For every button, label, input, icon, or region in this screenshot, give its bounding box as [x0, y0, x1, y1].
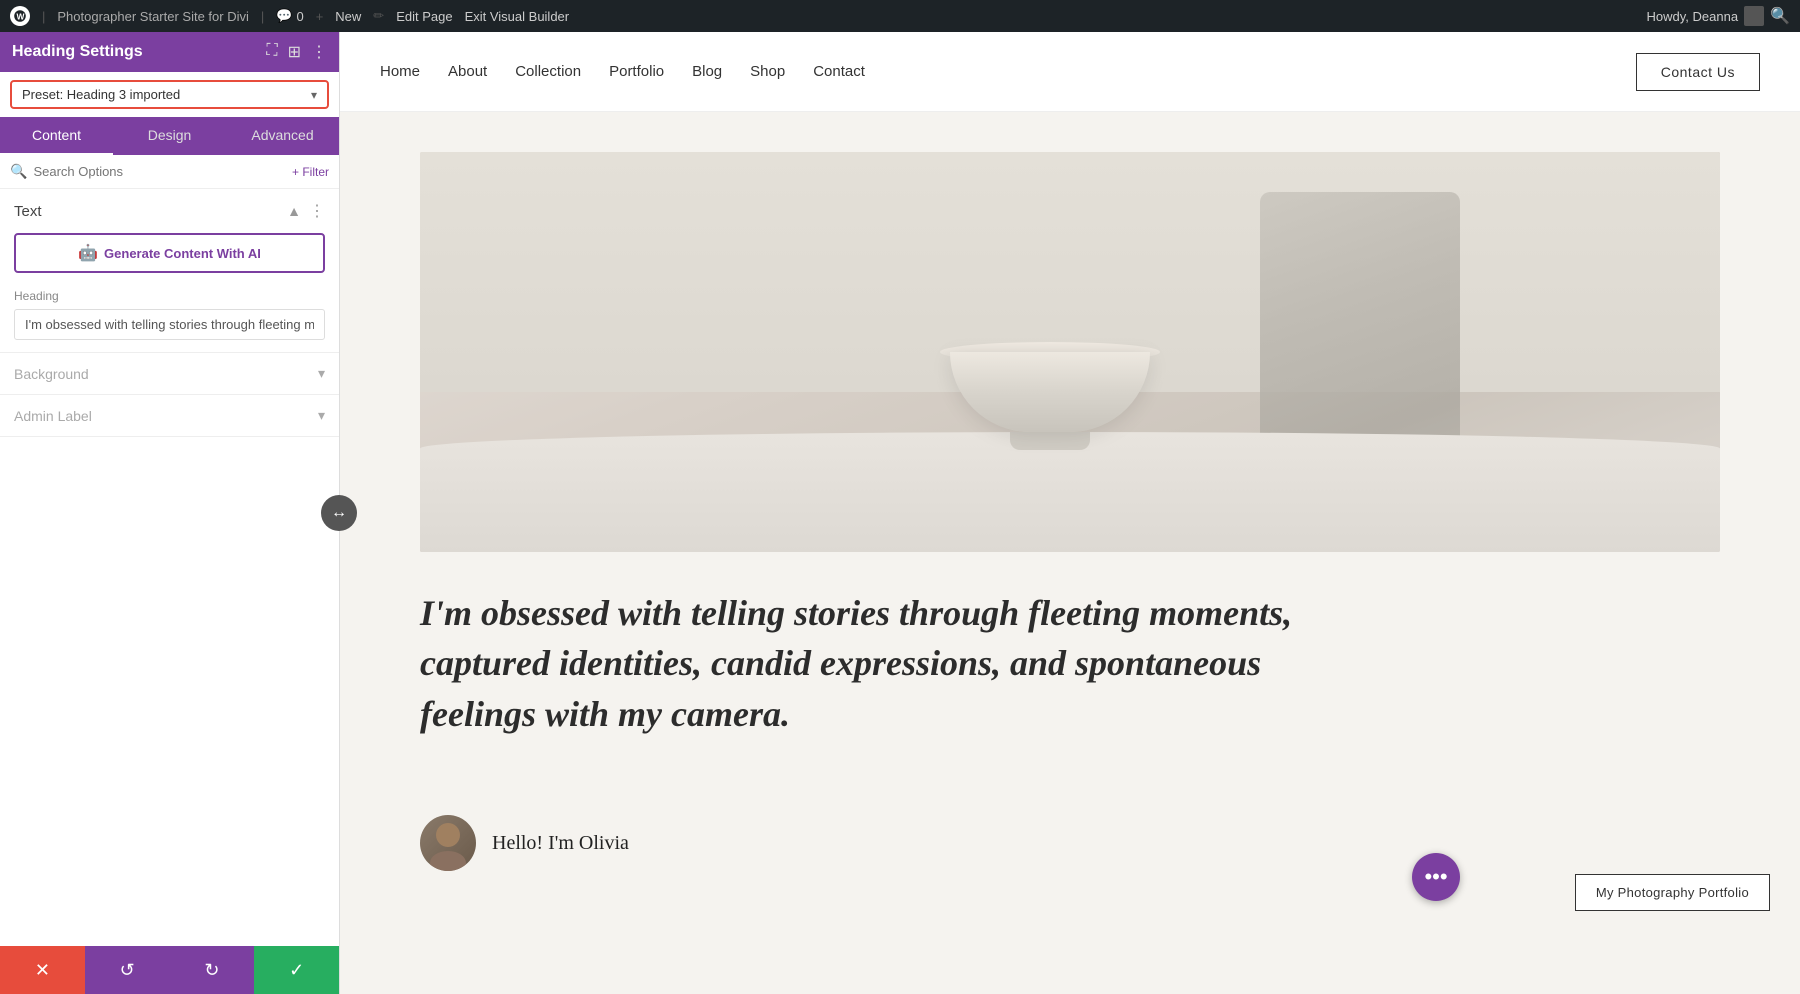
tab-advanced[interactable]: Advanced	[226, 117, 339, 155]
text-section-options-icon[interactable]: ⋮	[309, 201, 325, 221]
nav-portfolio[interactable]: Portfolio	[609, 63, 664, 80]
nav-shop[interactable]: Shop	[750, 63, 785, 80]
svg-text:W: W	[17, 12, 25, 22]
author-name: Hello! I'm Olivia	[492, 832, 629, 855]
generate-content-button[interactable]: 🤖 Generate Content With AI	[14, 233, 325, 273]
howdy-label: Howdy, Deanna 🔍	[1647, 6, 1790, 26]
redo-button[interactable]: ↻	[170, 946, 255, 994]
hero-image	[420, 152, 1720, 552]
floating-menu-button[interactable]: •••	[1412, 853, 1460, 901]
edit-page-button[interactable]: Edit Page	[396, 9, 452, 24]
text-section: Text ▲ ⋮ 🤖 Generate Content With AI Head…	[0, 189, 339, 353]
page-preview: Home About Collection Portfolio Blog Sho…	[340, 32, 1800, 994]
heading-field-input[interactable]	[14, 309, 325, 340]
nav-contact[interactable]: Contact	[813, 63, 865, 80]
new-button[interactable]: New	[335, 9, 361, 24]
search-options-input[interactable]	[33, 164, 286, 179]
tab-design[interactable]: Design	[113, 117, 226, 155]
portfolio-button[interactable]: My Photography Portfolio	[1575, 874, 1770, 911]
site-navigation: Home About Collection Portfolio Blog Sho…	[340, 32, 1800, 112]
preset-selector[interactable]: Preset: Heading 3 imported ▾	[10, 80, 329, 109]
page-bottom-area: Hello! I'm Olivia ••• My Photography Por…	[340, 815, 1800, 931]
text-section-header: Text ▲ ⋮	[0, 189, 339, 229]
search-icon: 🔍	[10, 163, 27, 180]
collapse-text-section-icon[interactable]: ▲	[287, 203, 301, 219]
nav-about[interactable]: About	[448, 63, 487, 80]
bowl-element	[950, 352, 1150, 472]
preset-label: Preset: Heading 3 imported	[22, 87, 180, 102]
admin-bar: W | Photographer Starter Site for Divi |…	[0, 0, 1800, 32]
author-row: Hello! I'm Olivia	[420, 815, 629, 871]
admin-label-title: Admin Label	[14, 408, 92, 424]
page-content: I'm obsessed with telling stories throug…	[340, 112, 1800, 815]
nav-home[interactable]: Home	[380, 63, 420, 80]
text-section-title: Text	[14, 203, 42, 220]
fullscreen-icon[interactable]: ⛶	[266, 42, 277, 62]
site-name[interactable]: Photographer Starter Site for Divi	[57, 9, 248, 24]
more-icon: •••	[1424, 864, 1447, 890]
filter-button[interactable]: + Filter	[292, 165, 329, 179]
panel-resize-handle[interactable]: ↔	[321, 495, 357, 531]
redo-icon: ↻	[204, 960, 219, 981]
more-options-icon[interactable]: ⋮	[311, 42, 327, 62]
panel-header: Heading Settings ⛶ ⊞ ⋮	[0, 32, 339, 72]
background-section-title: Background	[14, 366, 89, 382]
text-section-controls: ▲ ⋮	[287, 201, 325, 221]
author-avatar	[420, 815, 476, 871]
save-button[interactable]: ✓	[254, 946, 339, 994]
heading-settings-panel: Heading Settings ⛶ ⊞ ⋮ Preset: Heading 3…	[0, 32, 340, 994]
ai-icon: 🤖	[78, 243, 98, 263]
hero-photo	[420, 152, 1720, 552]
undo-button[interactable]: ↺	[85, 946, 170, 994]
hero-heading: I'm obsessed with telling stories throug…	[420, 588, 1300, 739]
panel-header-icons: ⛶ ⊞ ⋮	[266, 42, 327, 62]
nav-links: Home About Collection Portfolio Blog Sho…	[380, 63, 865, 80]
nav-blog[interactable]: Blog	[692, 63, 722, 80]
panel-title: Heading Settings	[12, 43, 143, 61]
bottom-toolbar: ✕ ↺ ↻ ✓	[0, 946, 339, 994]
admin-label-chevron-icon: ▾	[318, 407, 325, 424]
bowl-body	[950, 352, 1150, 432]
comment-bubble[interactable]: 💬 0	[276, 8, 303, 24]
user-avatar[interactable]	[1744, 6, 1764, 26]
nav-collection[interactable]: Collection	[515, 63, 581, 80]
exit-builder-button[interactable]: Exit Visual Builder	[465, 9, 570, 24]
background-section[interactable]: Background ▾	[0, 353, 339, 395]
cancel-icon: ✕	[35, 960, 50, 981]
admin-label-section[interactable]: Admin Label ▾	[0, 395, 339, 437]
save-icon: ✓	[289, 960, 304, 981]
fabric-element	[1260, 192, 1460, 472]
settings-tabs: Content Design Advanced	[0, 117, 339, 155]
bowl-base	[1010, 432, 1090, 450]
preset-chevron-icon: ▾	[311, 88, 317, 102]
wordpress-logo[interactable]: W	[10, 6, 30, 26]
search-options-bar: 🔍 + Filter	[0, 155, 339, 189]
cancel-button[interactable]: ✕	[0, 946, 85, 994]
undo-icon: ↺	[120, 960, 135, 981]
heading-field-label: Heading	[0, 285, 339, 307]
search-icon[interactable]: 🔍	[1770, 6, 1790, 26]
background-chevron-icon: ▾	[318, 365, 325, 382]
columns-icon[interactable]: ⊞	[288, 42, 301, 62]
contact-us-button[interactable]: Contact Us	[1636, 53, 1760, 91]
tab-content[interactable]: Content	[0, 117, 113, 155]
